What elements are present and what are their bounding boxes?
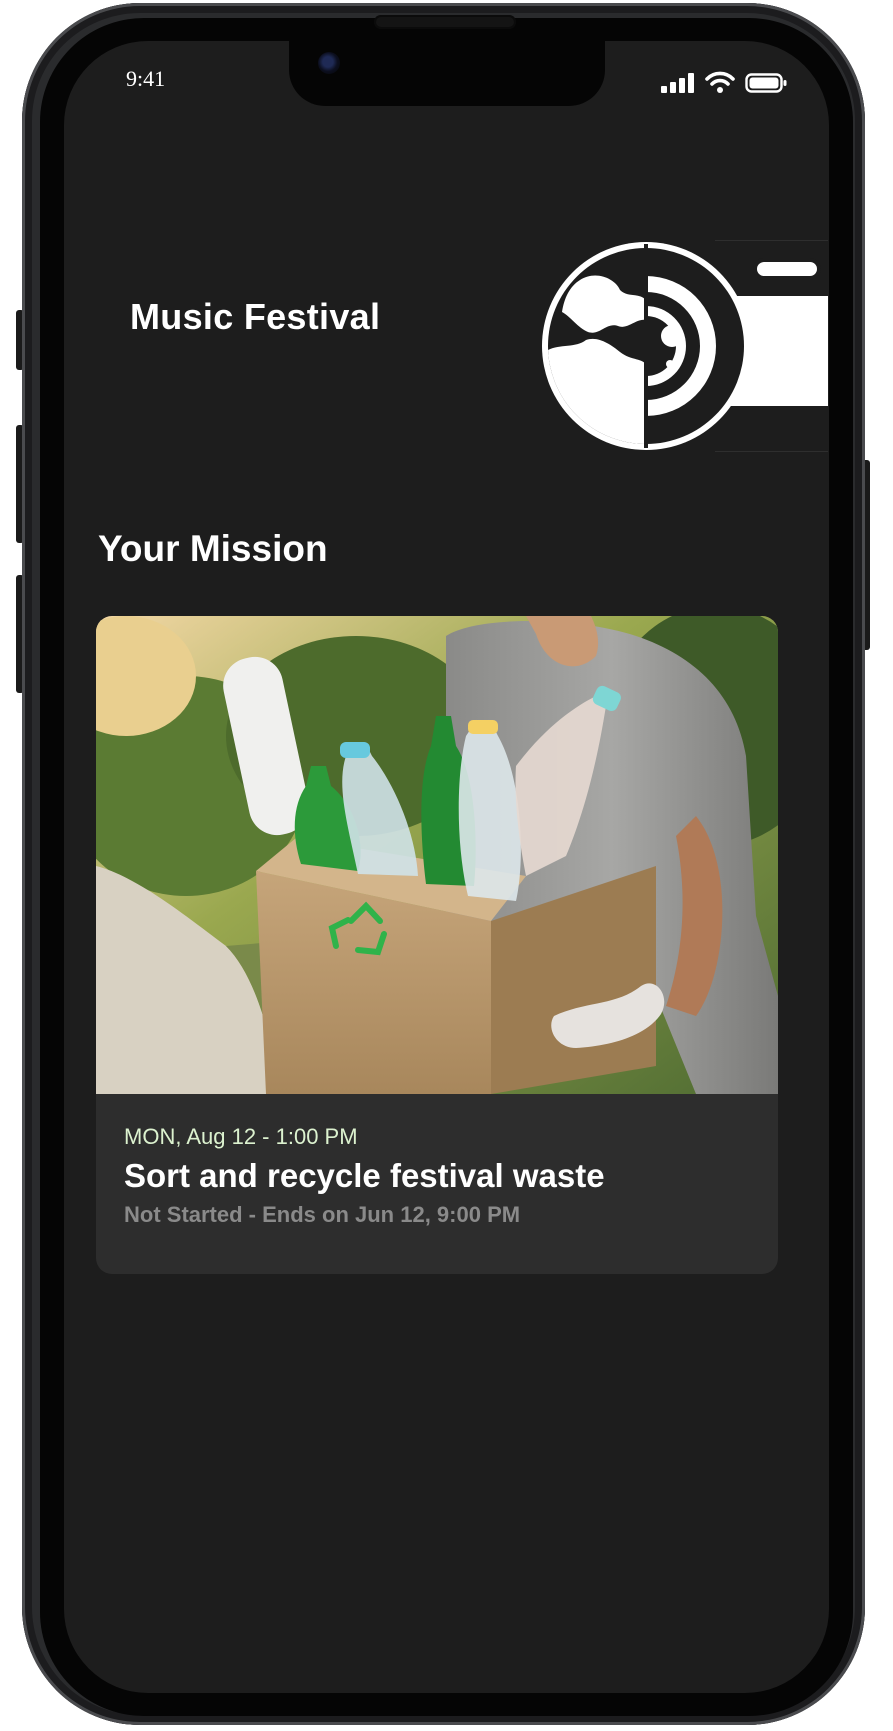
cellular-signal-icon [661, 73, 694, 93]
mission-date: MON, Aug 12 - 1:00 PM [124, 1124, 358, 1149]
section-title: Your Mission [98, 528, 328, 569]
mission-status: Not Started - Ends on Jun 12, 9:00 PM [124, 1202, 521, 1227]
front-camera [318, 52, 340, 74]
notch [289, 41, 605, 106]
recycling-box-photo [96, 616, 778, 1094]
speaker-grille [374, 15, 516, 29]
page-title: Music Festival [130, 296, 381, 337]
battery-icon [745, 73, 787, 93]
earth-camera-logo [542, 240, 828, 452]
status-icons [661, 71, 787, 93]
mission-title: Sort and recycle festival waste [124, 1157, 605, 1194]
status-time: 9:41 [126, 66, 166, 91]
wifi-icon [705, 71, 735, 93]
mission-card[interactable]: MON, Aug 12 - 1:00 PM Sort and recycle f… [96, 616, 778, 1274]
